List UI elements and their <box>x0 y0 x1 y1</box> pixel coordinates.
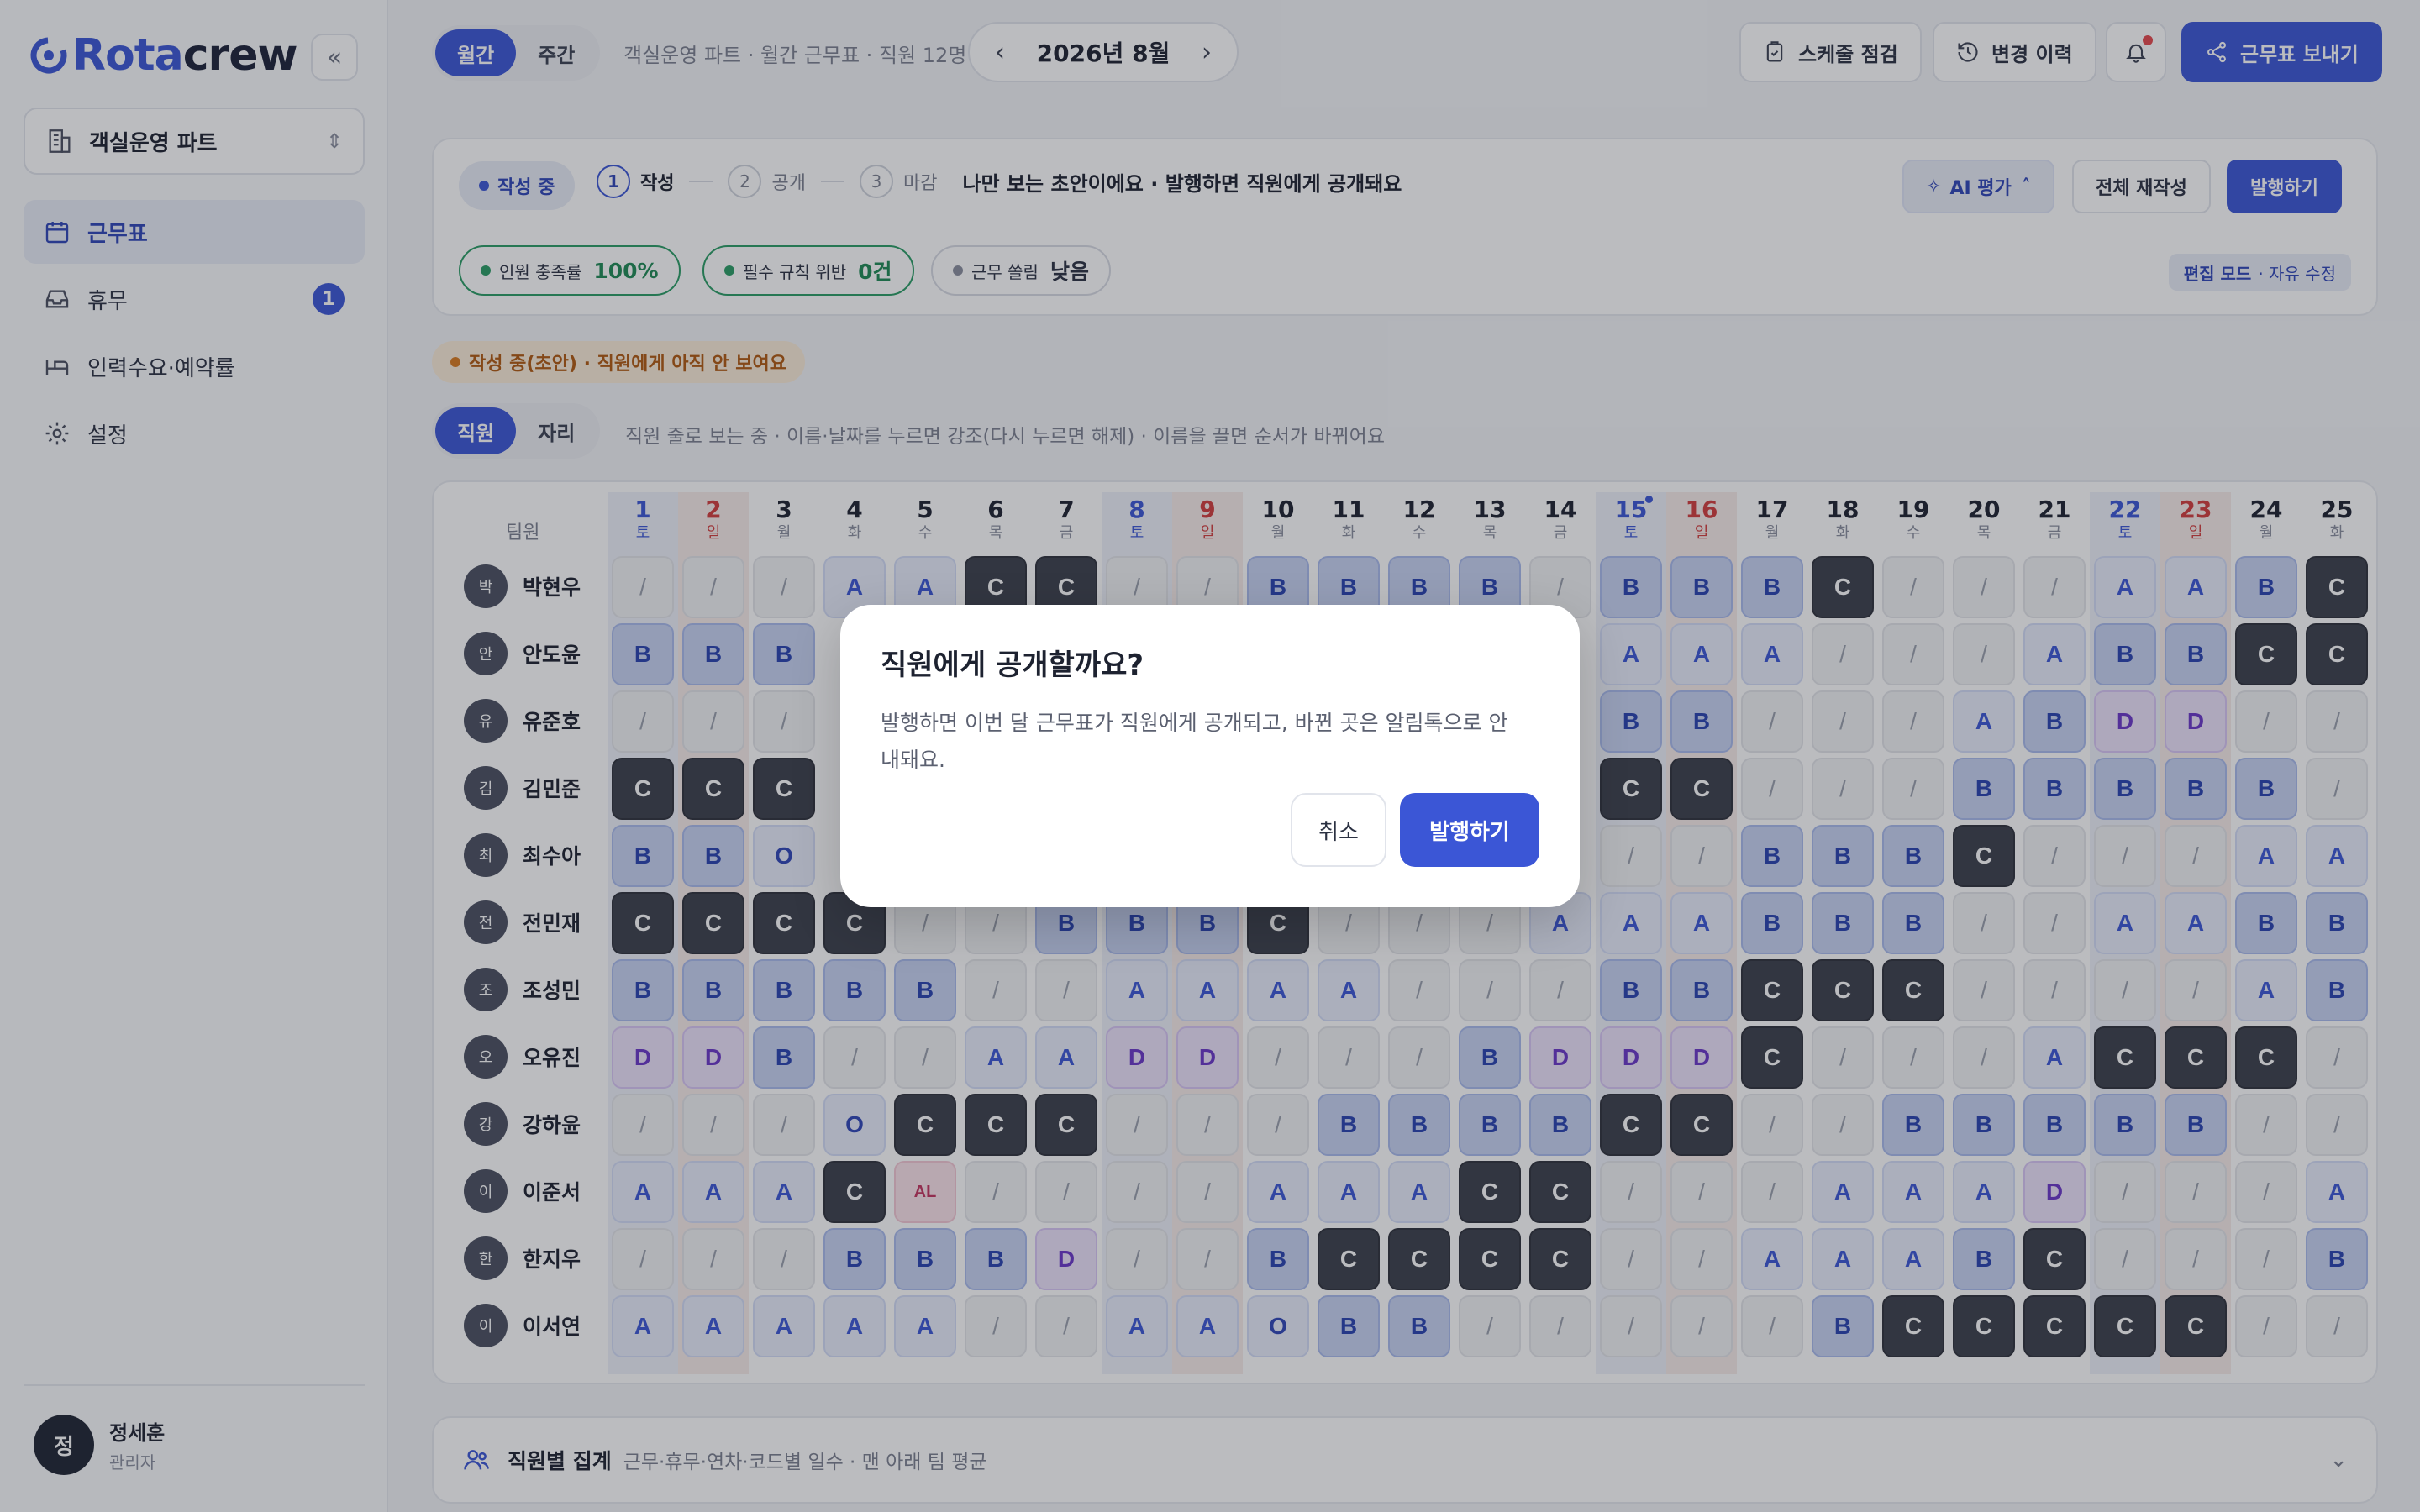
publish-confirm-dialog: 직원에게 공개할까요? 발행하면 이번 달 근무표가 직원에게 공개되고, 바뀐… <box>840 605 1580 907</box>
dialog-title: 직원에게 공개할까요? <box>881 648 1144 682</box>
dialog-body: 발행하면 이번 달 근무표가 직원에게 공개되고, 바뀐 곳은 알림톡으로 안내… <box>881 711 1508 772</box>
confirm-publish-button[interactable]: 발행하기 <box>1400 793 1539 867</box>
cancel-button[interactable]: 취소 <box>1291 793 1386 867</box>
